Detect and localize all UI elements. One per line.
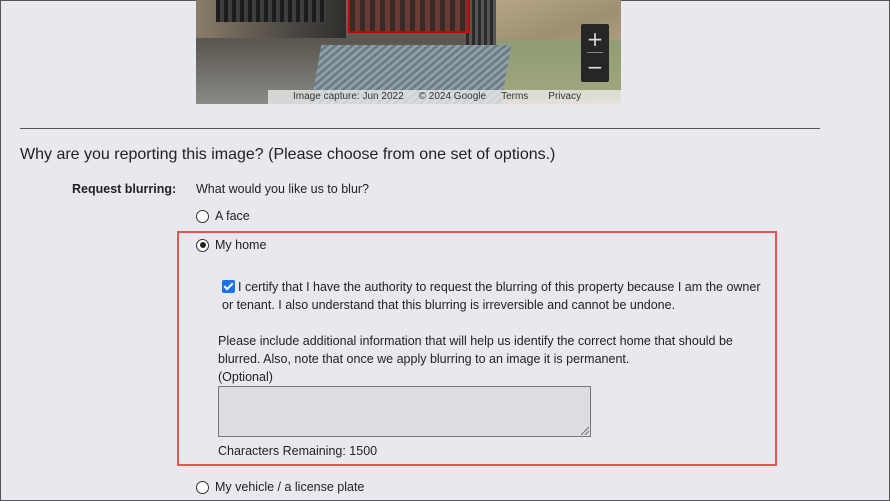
terms-link[interactable]: Terms	[501, 90, 528, 104]
zoom-in-button[interactable]: +	[581, 25, 609, 53]
request-prompt: What would you like us to blur?	[196, 182, 370, 196]
map-gate	[216, 0, 326, 22]
option-face[interactable]: A face	[196, 209, 250, 223]
additional-info-text: Please include additional information th…	[218, 334, 733, 366]
option-vehicle-label: My vehicle / a license plate	[215, 480, 365, 494]
certify-checkbox[interactable]	[222, 280, 235, 293]
radio-face[interactable]	[196, 209, 209, 223]
zoom-control: + −	[581, 24, 609, 82]
additional-info-textarea[interactable]	[218, 386, 591, 437]
optional-label: (Optional)	[218, 370, 273, 384]
section-divider	[20, 128, 820, 129]
zoom-out-button[interactable]: −	[581, 53, 609, 81]
option-face-label: A face	[215, 209, 250, 223]
option-my-home[interactable]: My home	[196, 238, 266, 252]
map-credits: Image capture: Jun 2022 © 2024 Google Te…	[268, 90, 621, 104]
radio-vehicle[interactable]	[196, 480, 209, 494]
privacy-link[interactable]: Privacy	[548, 90, 581, 104]
certify-text: I certify that I have the authority to r…	[222, 280, 761, 312]
resize-handle-icon[interactable]	[581, 427, 589, 435]
characters-remaining: Characters Remaining: 1500	[218, 444, 378, 458]
selection-box[interactable]	[348, 0, 470, 33]
copyright-text: © 2024 Google	[418, 91, 487, 102]
report-question: Why are you reporting this image? (Pleas…	[20, 146, 556, 163]
option-my-home-label: My home	[215, 238, 267, 252]
certify-block: I certify that I have the authority to r…	[222, 278, 762, 314]
image-capture-date: Image capture: Jun 2022	[293, 91, 404, 102]
additional-info-block: Please include additional information th…	[218, 332, 763, 386]
option-vehicle[interactable]: My vehicle / a license plate	[196, 480, 364, 494]
radio-my-home[interactable]	[196, 238, 209, 252]
request-blurring-label: Request blurring:	[72, 182, 177, 196]
street-view-image[interactable]: + − Image capture: Jun 2022 © 2024 Googl…	[196, 0, 621, 104]
